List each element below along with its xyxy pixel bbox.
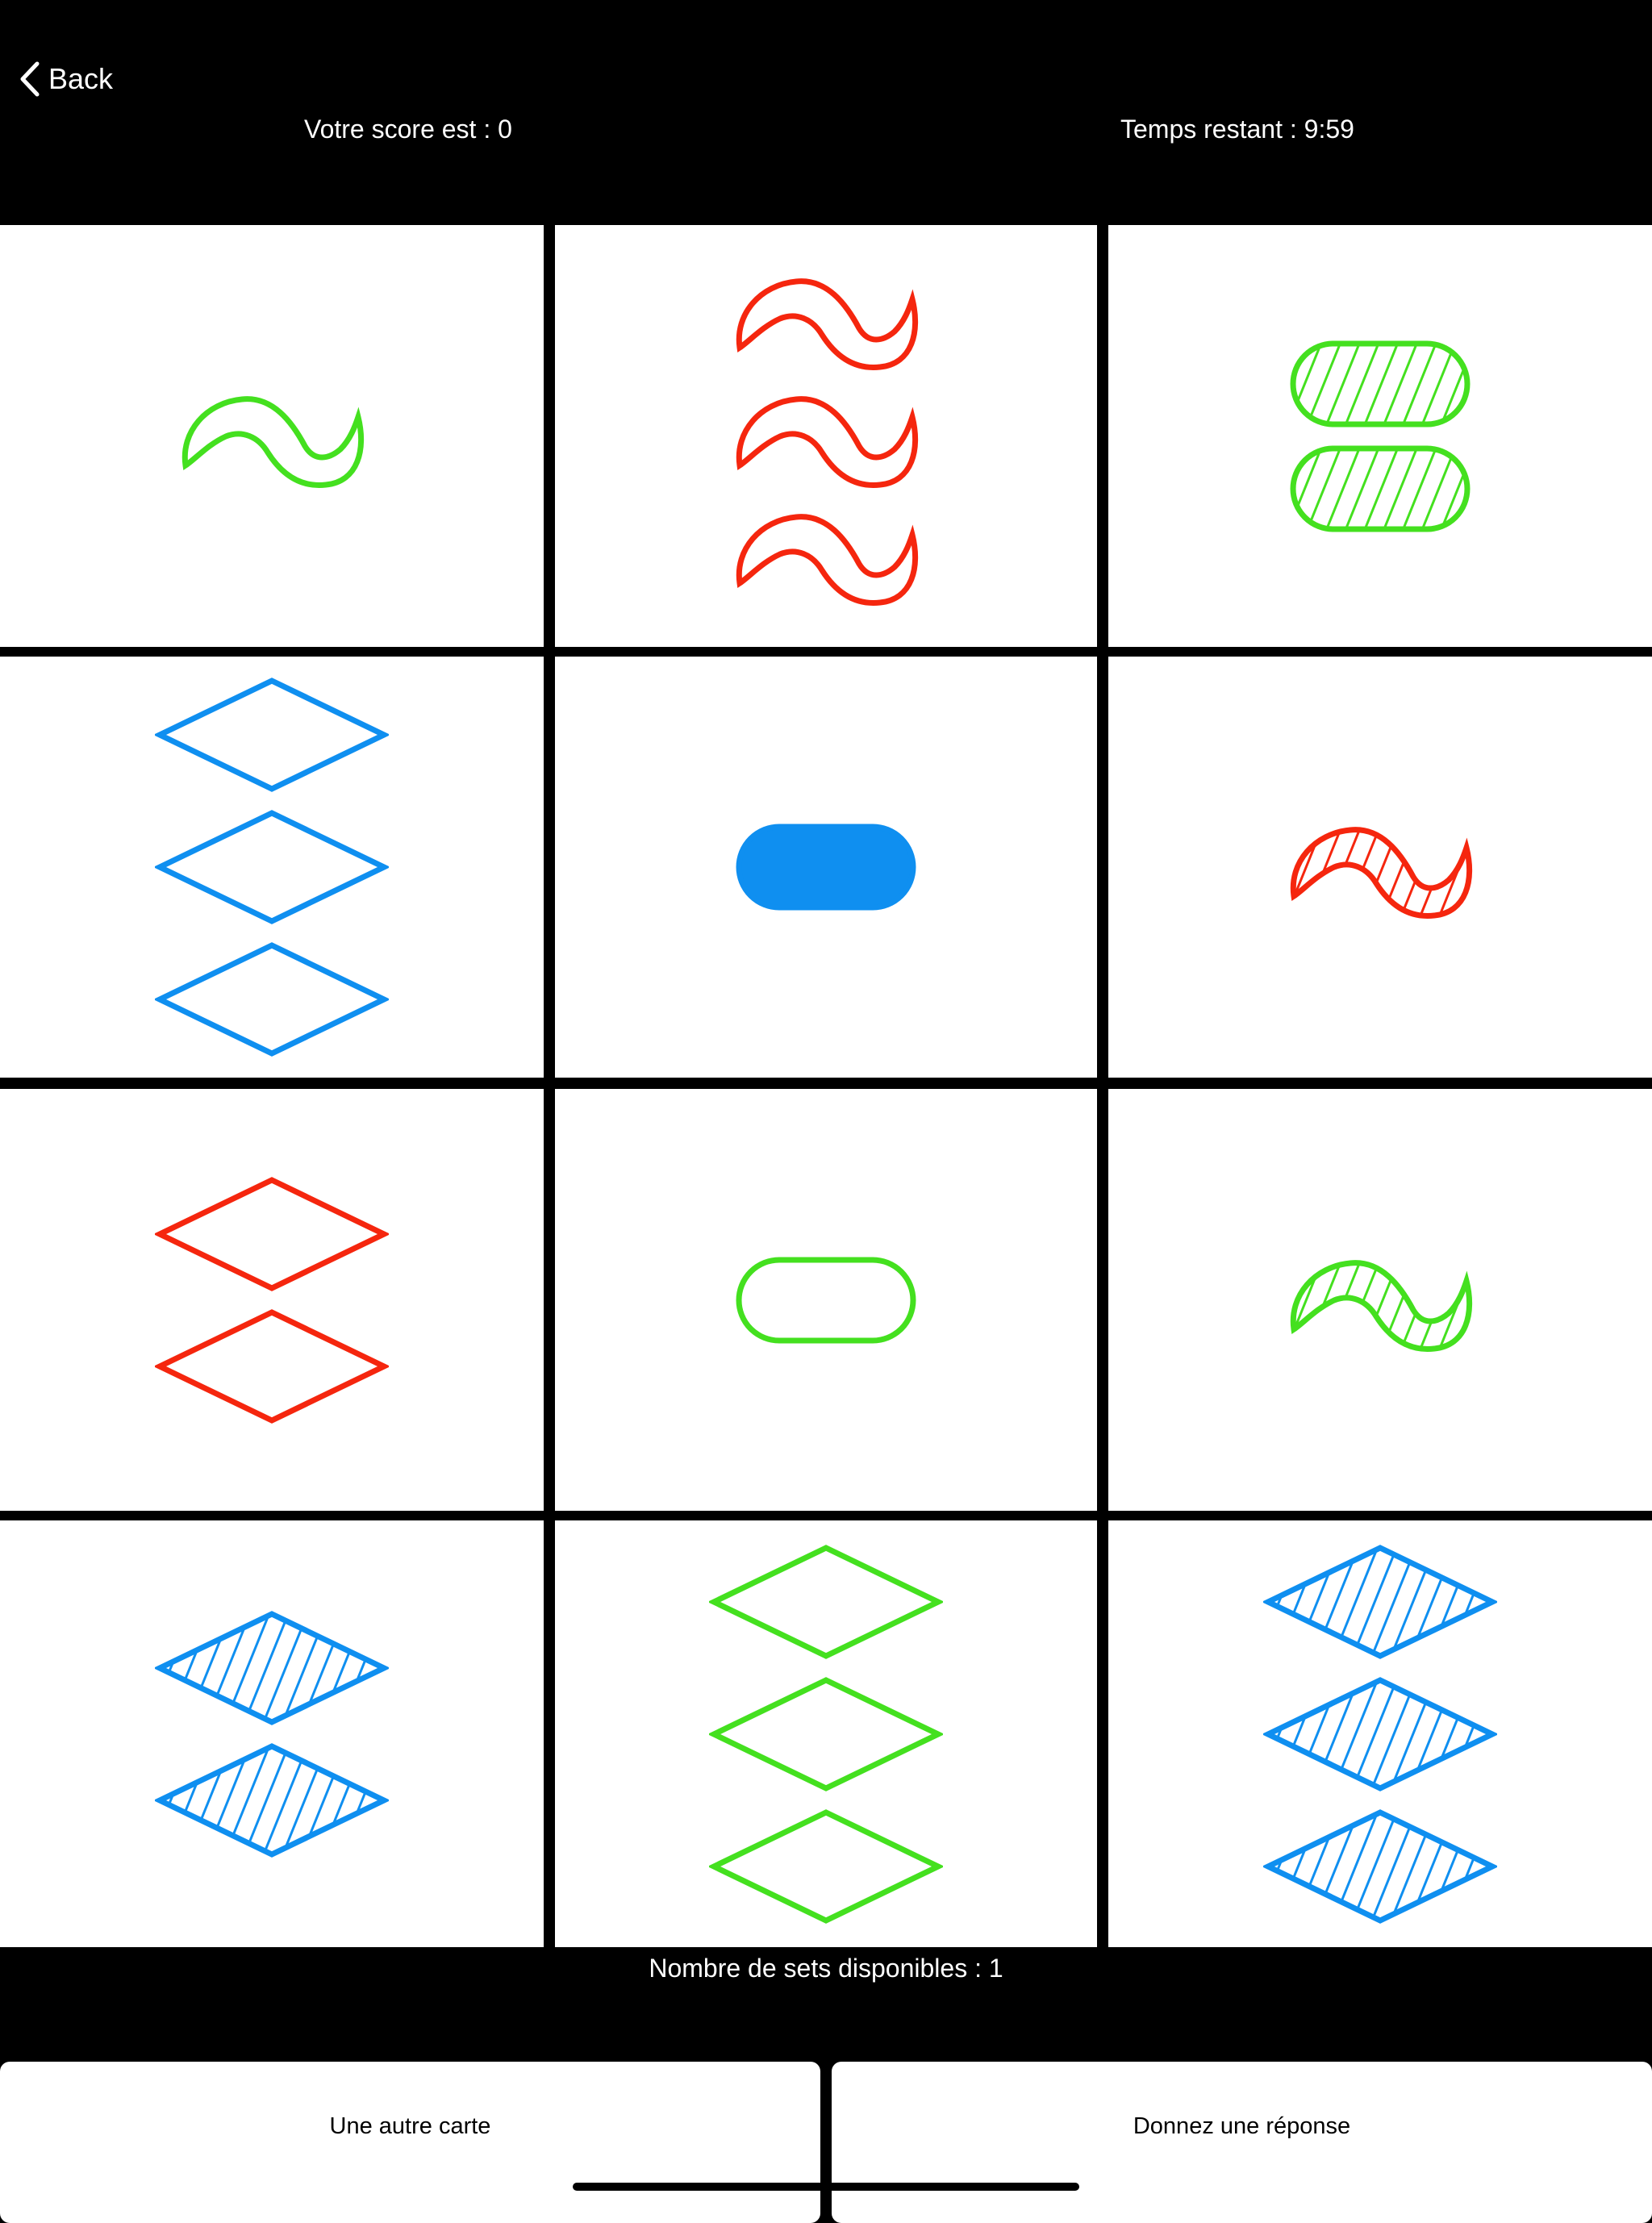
oval-icon <box>1290 445 1471 532</box>
score-label: Votre score est : 0 <box>304 115 512 144</box>
card-8[interactable] <box>555 1089 1097 1511</box>
card-4[interactable] <box>0 657 544 1078</box>
give-answer-button[interactable]: Donnez une réponse <box>832 2062 1652 2223</box>
squiggle-icon <box>736 513 919 606</box>
timer-label: Temps restant : 9:59 <box>1120 115 1354 144</box>
squiggle-icon <box>736 395 919 488</box>
back-button[interactable]: Back <box>18 56 113 102</box>
card-2[interactable] <box>555 225 1097 647</box>
diamond-icon <box>709 1544 943 1659</box>
card-10[interactable] <box>0 1520 544 1947</box>
card-11[interactable] <box>555 1520 1097 1947</box>
squiggle-icon <box>181 395 365 488</box>
squiggle-icon <box>1290 1259 1473 1352</box>
oval-icon <box>1290 340 1471 427</box>
another-card-button[interactable]: Une autre carte <box>0 2062 820 2223</box>
card-6[interactable] <box>1108 657 1652 1078</box>
oval-icon <box>736 824 916 911</box>
card-12[interactable] <box>1108 1520 1652 1947</box>
card-7[interactable] <box>0 1089 544 1511</box>
card-9[interactable] <box>1108 1089 1652 1511</box>
another-card-label: Une autre carte <box>329 2112 491 2139</box>
home-indicator <box>573 2183 1079 2191</box>
diamond-icon <box>1263 1544 1497 1659</box>
card-5[interactable] <box>555 657 1097 1078</box>
diamond-icon <box>155 1308 389 1424</box>
diamond-icon <box>709 1676 943 1791</box>
squiggle-icon <box>1290 827 1473 919</box>
diamond-icon <box>709 1808 943 1924</box>
diamond-icon <box>155 1742 389 1858</box>
diamond-icon <box>155 1176 389 1291</box>
diamond-icon <box>155 942 389 1057</box>
diamond-icon <box>155 810 389 924</box>
give-answer-label: Donnez une réponse <box>1133 2112 1351 2139</box>
diamond-icon <box>1263 1808 1497 1924</box>
squiggle-icon <box>736 277 919 370</box>
sets-available-label: Nombre de sets disponibles : 1 <box>649 1954 1003 1983</box>
oval-icon <box>736 1257 916 1343</box>
diamond-icon <box>155 1610 389 1725</box>
card-1[interactable] <box>0 225 544 647</box>
diamond-icon <box>155 678 389 792</box>
back-label: Back <box>48 62 114 95</box>
chevron-left-icon <box>20 61 40 97</box>
diamond-icon <box>1263 1676 1497 1791</box>
card-3[interactable] <box>1108 225 1652 647</box>
